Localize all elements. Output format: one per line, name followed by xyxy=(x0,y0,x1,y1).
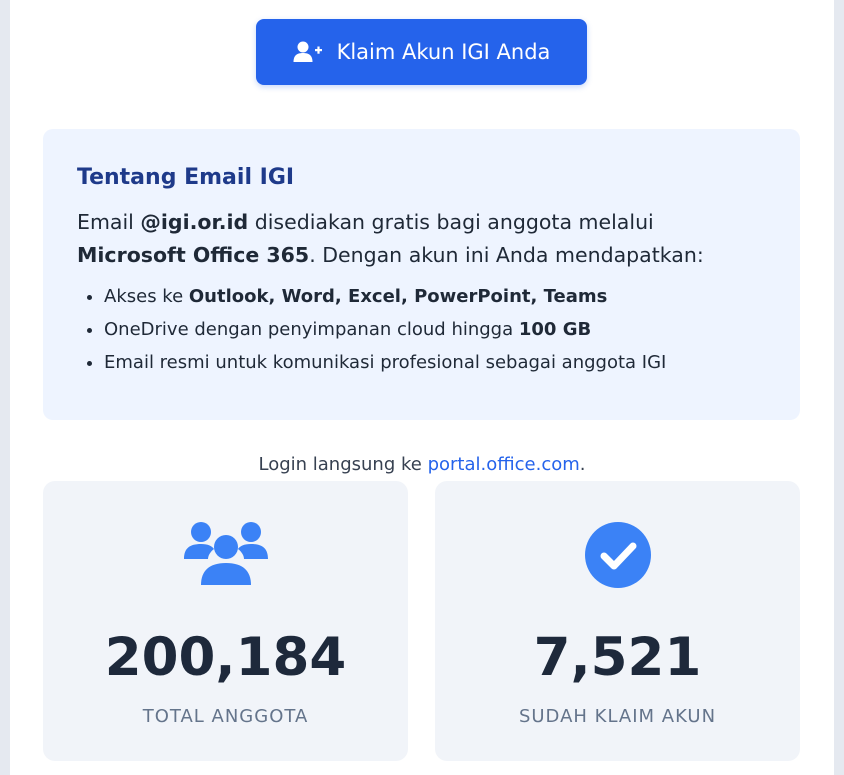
page-sheet: Klaim Akun IGI Anda Tentang Email IGI Em… xyxy=(10,0,834,775)
intro-text-2: disediakan gratis bagi anggota melalui xyxy=(248,210,654,234)
benefit-item: Email resmi untuk komunikasi profesional… xyxy=(104,346,766,379)
benefit-text: Akses ke xyxy=(104,286,189,307)
benefit-text: OneDrive dengan penyimpanan cloud hingga xyxy=(104,319,519,340)
benefit-list: Akses ke Outlook, Word, Excel, PowerPoin… xyxy=(77,280,766,379)
login-prefix: Login langsung ke xyxy=(258,454,428,475)
intro-text-3: . Dengan akun ini Anda mendapatkan: xyxy=(309,243,704,267)
benefit-bold: Outlook, Word, Excel, PowerPoint, Teams xyxy=(188,286,608,307)
about-email-title: Tentang Email IGI xyxy=(77,165,295,190)
user-plus-icon xyxy=(293,40,323,64)
email-domain: @igi.or.id xyxy=(140,210,249,234)
login-suffix: . xyxy=(579,454,586,475)
benefit-item: Akses ke Outlook, Word, Excel, PowerPoin… xyxy=(104,280,766,313)
claim-button-label: Klaim Akun IGI Anda xyxy=(336,40,551,64)
stat-card-claimed-accounts: 7,521 SUDAH KLAIM AKUN xyxy=(435,481,800,761)
claimed-accounts-value: 7,521 xyxy=(533,627,702,688)
claim-account-button[interactable]: Klaim Akun IGI Anda xyxy=(256,19,587,85)
total-members-label: TOTAL ANGGOTA xyxy=(142,706,309,727)
benefit-bold: 100 GB xyxy=(518,319,592,340)
intro-text-1: Email xyxy=(77,210,141,234)
users-icon xyxy=(183,521,268,591)
check-circle-icon xyxy=(584,521,652,593)
stat-card-total-members: 200,184 TOTAL ANGGOTA xyxy=(43,481,408,761)
benefit-text: Email resmi untuk komunikasi profesional… xyxy=(104,352,667,373)
claimed-accounts-label: SUDAH KLAIM AKUN xyxy=(518,706,717,727)
about-email-card: Tentang Email IGI Email @igi.or.id dised… xyxy=(43,129,800,420)
total-members-value: 200,184 xyxy=(104,627,347,688)
login-hint: Login langsung ke portal.office.com. xyxy=(10,454,834,475)
about-email-description: Email @igi.or.id disediakan gratis bagi … xyxy=(77,206,766,272)
benefit-item: OneDrive dengan penyimpanan cloud hingga… xyxy=(104,313,766,346)
portal-link[interactable]: portal.office.com xyxy=(428,454,580,475)
product-name: Microsoft Office 365 xyxy=(77,243,310,267)
